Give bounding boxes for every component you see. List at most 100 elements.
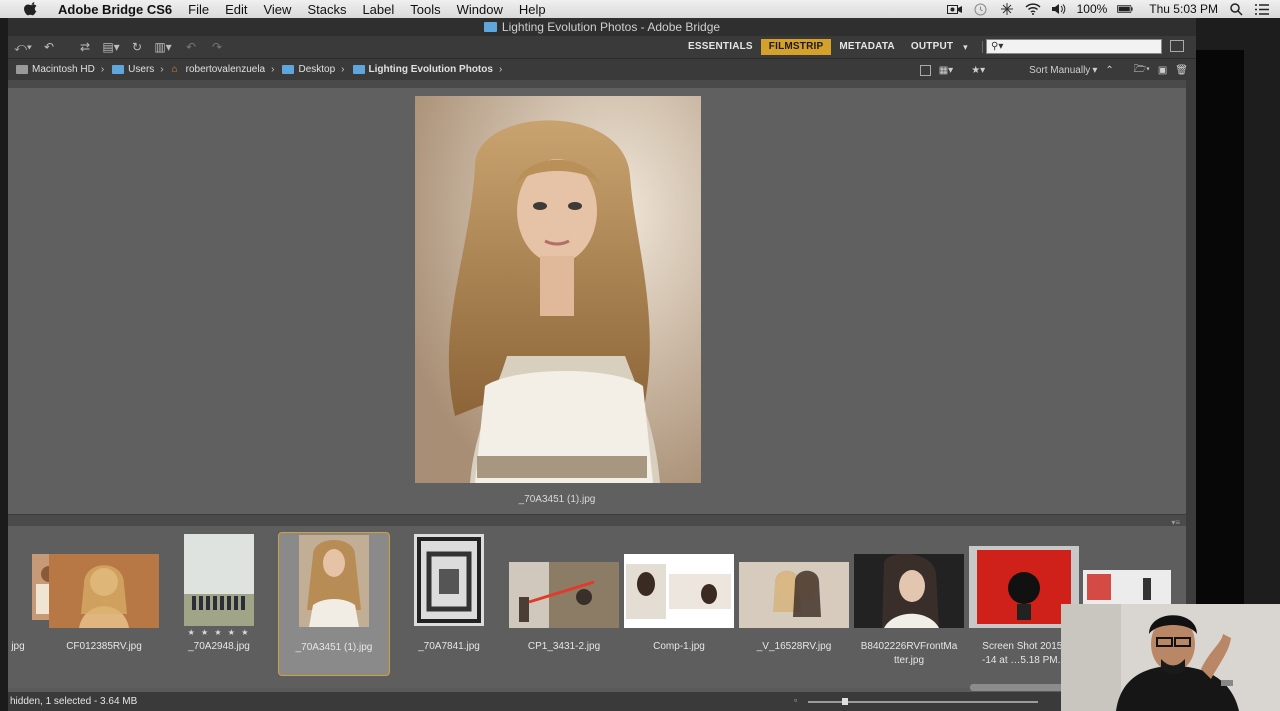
view-controls: ▦▾ ★▾ Sort Manually ▾ ⌃ 🗁▾ ▣ 🗑 — [919, 59, 1188, 81]
panel-splitter[interactable]: ▾≡ — [8, 514, 1186, 527]
workspace-output[interactable]: OUTPUT — [903, 39, 961, 55]
menu-window[interactable]: Window — [449, 2, 511, 17]
workspace-filmstrip[interactable]: FILMSTRIP — [760, 39, 832, 55]
breadcrumb-item[interactable]: Lighting Evolution Photos › — [345, 64, 502, 75]
workspace-menu-chevron-icon[interactable]: ▾ — [963, 42, 968, 53]
thumbnail-label: _V_16528RV.jpg — [756, 641, 832, 652]
thumbnail-label: B8402226RVFrontMa tter.jpg — [860, 641, 958, 666]
folder-icon — [483, 22, 497, 32]
home-icon: ⌂ — [171, 63, 178, 75]
filmstrip-thumb[interactable]: CP1_3431-2.jpg — [508, 532, 620, 676]
thumbnail-image — [414, 534, 484, 626]
window-title: Lighting Evolution Photos - Adobe Bridge — [501, 20, 721, 34]
path-bar: Macintosh HD › Users › ⌂ robertovalenzue… — [8, 58, 1196, 80]
status-text: hidden, 1 selected - 3.64 MB — [10, 696, 138, 707]
breadcrumb-label: Macintosh HD — [32, 64, 95, 75]
thumbnail-image — [509, 562, 619, 628]
filmstrip-thumb[interactable]: _70A7841.jpg — [393, 532, 505, 676]
thumbnail-image — [49, 554, 159, 628]
slider-knob[interactable] — [842, 698, 848, 705]
menu-bar: Adobe Bridge CS6 File Edit View Stacks L… — [0, 0, 1280, 18]
thumbnail-view-icon[interactable]: ▦▾ — [939, 65, 953, 76]
menu-view[interactable]: View — [255, 2, 299, 17]
toolbar: ⤺▾ ↶ ⇄ ▤▾ ↻ ▥▾ ↶ ↷ ESSENTIALS FILMSTRIP … — [8, 36, 1196, 58]
thumbnail-size-slider[interactable] — [808, 698, 1038, 705]
wifi-icon[interactable] — [1025, 3, 1041, 15]
breadcrumb-item[interactable]: Users › — [104, 64, 164, 75]
rotate-icon[interactable]: ↻ — [126, 39, 148, 55]
preview-image[interactable] — [415, 96, 701, 483]
menubar-status-area: 100% Thu 5:03 PM — [946, 0, 1270, 18]
thumbnail-label: CF012385RV.jpg — [66, 641, 142, 652]
filmstrip-thumb[interactable]: B8402226RVFrontMa tter.jpg — [853, 532, 965, 676]
menu-help[interactable]: Help — [511, 2, 554, 17]
rotate-left-icon[interactable]: ↶ — [180, 39, 202, 55]
battery-icon[interactable] — [1117, 3, 1133, 15]
menu-app-name[interactable]: Adobe Bridge CS6 — [50, 2, 180, 17]
thumbnail-image — [854, 554, 964, 628]
folder-icon — [112, 65, 125, 74]
sort-ascending-icon[interactable]: ⌃ — [1105, 65, 1113, 76]
thumbnail-label: jpg — [11, 641, 25, 652]
preview-panel — [8, 80, 1186, 532]
thumbnail-label: _70A2948.jpg — [188, 641, 250, 652]
network-icon[interactable] — [999, 3, 1015, 15]
workspace-metadata[interactable]: METADATA — [831, 39, 902, 55]
camera-icon[interactable] — [946, 3, 963, 15]
refine-icon[interactable]: ▤▾ — [100, 39, 122, 55]
filmstrip-thumb[interactable]: _V_16528RV.jpg — [738, 532, 850, 676]
thumbnail-label: _70A3451 (1).jpg — [295, 642, 373, 653]
hard-drive-icon — [16, 65, 28, 74]
open-folder-icon[interactable]: 🗁▾ — [1134, 62, 1150, 79]
compact-mode-icon[interactable] — [1170, 40, 1184, 52]
trash-icon[interactable]: 🗑 — [1175, 65, 1188, 76]
breadcrumb-item[interactable]: ⌂ robertovalenzuela › — [164, 64, 275, 75]
filmstrip-scrollbar[interactable] — [970, 684, 1070, 691]
webcam-overlay — [1061, 604, 1280, 711]
thumbnail-image — [299, 535, 369, 627]
reveal-icon[interactable]: ↶ — [38, 39, 60, 55]
star-filter-icon[interactable]: ★▾ — [971, 65, 985, 76]
chevron-right-icon[interactable]: › — [499, 64, 502, 75]
breadcrumb-item[interactable]: Macintosh HD › — [8, 64, 104, 75]
small-thumb-icon[interactable]: ▫ — [794, 695, 797, 705]
rotate-right-icon[interactable]: ↷ — [206, 39, 228, 55]
window-titlebar: Lighting Evolution Photos - Adobe Bridge — [8, 18, 1196, 36]
breadcrumb-label: robertovalenzuela — [185, 64, 266, 75]
breadcrumb-label: Users — [128, 64, 155, 75]
clock[interactable]: Thu 5:03 PM — [1149, 2, 1218, 16]
thumbnail-label: _70A7841.jpg — [418, 641, 480, 652]
quality-options-icon[interactable] — [919, 64, 931, 76]
sort-dropdown[interactable]: Sort Manually — [1029, 65, 1090, 76]
rating-stars[interactable]: ★ ★ ★ ★ ★ — [163, 628, 275, 637]
filmstrip-thumb[interactable]: CF012385RV.jpg — [48, 532, 160, 676]
thumbnail-label: CP1_3431-2.jpg — [527, 641, 601, 652]
get-photos-icon[interactable]: ⇄ — [74, 39, 96, 55]
menu-tools[interactable]: Tools — [402, 2, 448, 17]
menu-edit[interactable]: Edit — [217, 2, 255, 17]
menu-file[interactable]: File — [180, 2, 217, 17]
volume-icon[interactable] — [1051, 3, 1067, 15]
open-recent-icon[interactable]: ▥▾ — [152, 39, 174, 55]
spotlight-search-icon[interactable] — [1228, 2, 1244, 16]
filmstrip-thumb[interactable]: ★ ★ ★ ★ ★ _70A2948.jpg — [163, 532, 275, 676]
breadcrumb-label: Lighting Evolution Photos — [368, 64, 493, 75]
search-input[interactable]: ⚲▾ — [986, 39, 1162, 54]
status-bar: hidden, 1 selected - 3.64 MB ▫ — [8, 692, 1196, 711]
menu-stacks[interactable]: Stacks — [299, 2, 354, 17]
notification-center-icon[interactable] — [1254, 3, 1270, 15]
time-machine-icon[interactable] — [973, 3, 989, 15]
filmstrip-thumb-selected[interactable]: _70A3451 (1).jpg — [278, 532, 390, 676]
apple-icon[interactable] — [24, 2, 38, 16]
workspace-essentials[interactable]: ESSENTIALS — [680, 39, 761, 55]
scrollbar[interactable] — [1186, 80, 1196, 680]
filmstrip-thumb[interactable]: jpg — [0, 532, 66, 676]
boomerang-icon[interactable]: ⤺▾ — [12, 39, 34, 55]
sort-chevron-icon[interactable]: ▾ — [1092, 65, 1097, 76]
new-folder-icon[interactable]: ▣ — [1158, 65, 1167, 76]
dark-panel — [1196, 50, 1244, 610]
menu-label[interactable]: Label — [354, 2, 402, 17]
breadcrumb-item[interactable]: Desktop › — [274, 64, 345, 75]
thumbnail-label: Comp-1.jpg — [653, 641, 705, 652]
filmstrip-thumb[interactable]: Comp-1.jpg — [623, 532, 735, 676]
